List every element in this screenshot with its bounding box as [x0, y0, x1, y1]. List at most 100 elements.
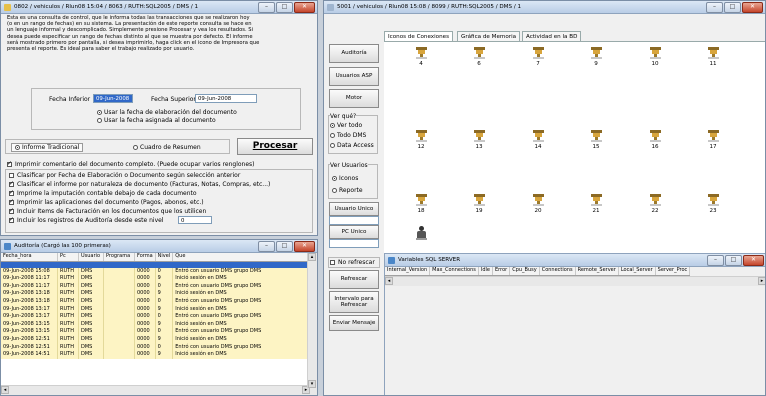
scroll-right-arrow[interactable]: ▸ [758, 277, 765, 285]
connection-item[interactable]: 10 [626, 47, 684, 67]
radio-data-access[interactable] [330, 143, 335, 148]
procesar-button[interactable]: Procesar [237, 138, 313, 155]
radio-todo-dms[interactable] [330, 133, 335, 138]
connection-item[interactable]: 4 [392, 47, 450, 67]
iconos-option[interactable]: Iconos [332, 175, 358, 182]
connection-item[interactable]: 7 [509, 47, 567, 67]
date-option-asignada[interactable]: Usar la fecha asignada al documento [97, 117, 216, 124]
sql-column-header[interactable]: Idle [478, 267, 494, 276]
usuario-unico-button[interactable]: Usuario Unico [329, 202, 379, 216]
report-type-traditional[interactable]: Informe Tradicional [11, 143, 84, 152]
usuario-unico-input[interactable] [329, 216, 379, 225]
enviar-mensaje-button[interactable]: Enviar Mensaje [329, 315, 379, 331]
scroll-down-arrow[interactable]: ▾ [308, 380, 316, 388]
close-button[interactable]: ✕ [742, 2, 763, 13]
scroll-left-arrow[interactable]: ◂ [385, 277, 393, 285]
connection-item[interactable]: 15 [567, 130, 625, 150]
connection-item[interactable]: 23 [684, 194, 742, 214]
connection-item[interactable]: 20 [509, 194, 567, 214]
option-row-3[interactable]: Imprime la imputación contable debajo de… [9, 189, 197, 197]
radio-elaboracion[interactable] [97, 110, 102, 115]
radio-traditional[interactable] [15, 145, 20, 150]
radio-asignada[interactable] [97, 118, 102, 123]
audit-level-input[interactable]: 0 [178, 216, 212, 224]
connection-item[interactable]: 19 [450, 194, 508, 214]
tab-grafica-memoria[interactable]: Gráfica de Memoria [457, 31, 521, 41]
check-option-2[interactable] [9, 180, 14, 187]
maximize-button[interactable]: □ [724, 2, 741, 13]
option-row-1[interactable]: Clasificar por Fecha de Elaboración o Do… [9, 172, 240, 179]
col-forma[interactable]: Forma [134, 253, 156, 262]
pc-unico-input[interactable] [329, 239, 379, 248]
sql-column-header[interactable]: Local_Server [618, 267, 656, 276]
minimize-button[interactable]: – [707, 255, 724, 266]
report-window-titlebar[interactable]: 0802 / vehiculos / Rlun08 15:04 / 8063 /… [1, 1, 317, 14]
sql-hscrollbar[interactable]: ◂ ▸ [385, 276, 765, 286]
table-row[interactable]: 09-Jun-2008 12:51 RUTH DMS 0000 0 Entró con u… [1, 343, 309, 352]
table-row[interactable]: 09-Jun-2008 15:08 RUTH DMS 0000 0 Entró con u… [1, 267, 309, 276]
auditoria-button[interactable]: Auditoría [329, 44, 379, 63]
table-row[interactable]: 09-Jun-2008 13:15 RUTH DMS 0000 9 Inició sesi… [1, 320, 309, 329]
minimize-button[interactable]: – [258, 2, 275, 13]
table-row[interactable]: 09-Jun-2008 13:17 RUTH DMS 0000 9 Inició sesi… [1, 305, 309, 314]
col-usuario[interactable]: Usuario [78, 253, 104, 262]
ver-todo-option[interactable]: Ver todo [330, 122, 362, 129]
table-row[interactable]: 09-Jun-2008 13:17 RUTH DMS 0000 0 Entró con u… [1, 313, 309, 321]
sql-variables-titlebar[interactable]: Variables SQL SERVER – □ ✕ [385, 254, 765, 267]
close-button[interactable]: ✕ [294, 241, 315, 252]
no-refrescar-option[interactable]: No refrescar [328, 257, 380, 268]
scroll-up-arrow[interactable]: ▴ [308, 253, 316, 261]
table-row[interactable]: 09-Jun-2008 13:18 RUTH DMS 0000 9 Inició sesi… [1, 290, 309, 298]
option-row-2[interactable]: Clasificar el informe por naturaleza de … [9, 180, 270, 188]
table-row[interactable]: 09-Jun-2008 11:17 RUTH DMS 0000 9 Inició sesi… [1, 275, 309, 283]
radio-ver-todo[interactable] [330, 123, 335, 128]
sql-column-header[interactable]: Cpu_Busy [509, 267, 540, 276]
motor-button[interactable]: Motor [329, 89, 379, 108]
connection-item[interactable]: 16 [626, 130, 684, 150]
col-fecha-hora[interactable]: Fecha_hora [1, 253, 58, 262]
connection-item[interactable]: 14 [509, 130, 567, 150]
check-no-refrescar[interactable] [330, 260, 335, 265]
radio-iconos[interactable] [332, 176, 337, 181]
table-row[interactable]: 09-Jun-2008 11:17 RUTH DMS 0000 0 Entró con u… [1, 282, 309, 291]
sql-column-header[interactable]: Connections [539, 267, 576, 276]
sql-column-header[interactable]: Server_Proc [655, 267, 691, 276]
user-person-icon[interactable] [416, 226, 427, 240]
tab-actividad-bd[interactable]: Actividad en la BD [522, 31, 582, 41]
check-comments[interactable] [7, 160, 12, 167]
date-option-elaboracion[interactable]: Usar la fecha de elaboración del documen… [97, 109, 237, 116]
radio-reporte[interactable] [332, 188, 337, 193]
option-row-6[interactable]: Incluir los registros de Auditoría desde… [9, 216, 163, 224]
sql-column-header[interactable]: Internal_Version [385, 267, 431, 276]
audit-vscrollbar[interactable]: ▴ ▾ [307, 253, 317, 388]
intervalo-button[interactable]: Intervalo para Refrescar [329, 291, 379, 313]
audit-window-titlebar[interactable]: Auditoría (Cargó las 100 primeras) – □ ✕ [1, 240, 317, 253]
pc-unico-button[interactable]: PC Unico [329, 225, 379, 239]
col-que[interactable]: Que [172, 253, 309, 262]
table-row[interactable]: 09-Jun-2008 12:51 RUTH DMS 0000 9 Inició sesi… [1, 335, 309, 344]
connection-item[interactable]: 12 [392, 130, 450, 150]
connection-item[interactable]: 11 [684, 47, 742, 67]
connection-item[interactable]: 13 [450, 130, 508, 150]
fecha-inferior-input[interactable]: 09-Jun-2008 [93, 94, 133, 103]
reporte-option[interactable]: Reporte [332, 187, 363, 194]
monitor-window-titlebar[interactable]: 5001 / vehiculos / Rlun08 15:08 / 8099 /… [324, 1, 765, 14]
connection-item[interactable]: 6 [450, 47, 508, 67]
maximize-button[interactable]: □ [276, 2, 293, 13]
scroll-left-arrow[interactable]: ◂ [1, 386, 9, 394]
usuarios-asp-button[interactable]: Usuarios ASP [329, 67, 379, 86]
connection-item[interactable]: 21 [567, 194, 625, 214]
minimize-button[interactable]: – [258, 241, 275, 252]
maximize-button[interactable]: □ [725, 255, 742, 266]
table-row[interactable]: 09-Jun-2008 13:15 RUTH DMS 0000 0 Entró con u… [1, 328, 309, 336]
check-comments-row[interactable]: Imprimir comentario del documento comple… [7, 160, 255, 168]
close-button[interactable]: ✕ [743, 255, 764, 266]
check-option-1[interactable] [9, 173, 14, 178]
fecha-superior-input[interactable]: 09-Jun-2008 [195, 94, 257, 103]
todo-dms-option[interactable]: Todo DMS [330, 132, 366, 139]
refrescar-button[interactable]: Refrescar [329, 270, 379, 289]
option-row-5[interactable]: Incluir Items de Facturación en los docu… [9, 207, 206, 215]
option-row-4[interactable]: Imprimir las aplicaciones del documento … [9, 198, 204, 206]
report-type-summary[interactable]: Cuadro de Resumen [133, 144, 201, 151]
audit-hscrollbar[interactable]: ◂ ▸ [1, 385, 317, 395]
